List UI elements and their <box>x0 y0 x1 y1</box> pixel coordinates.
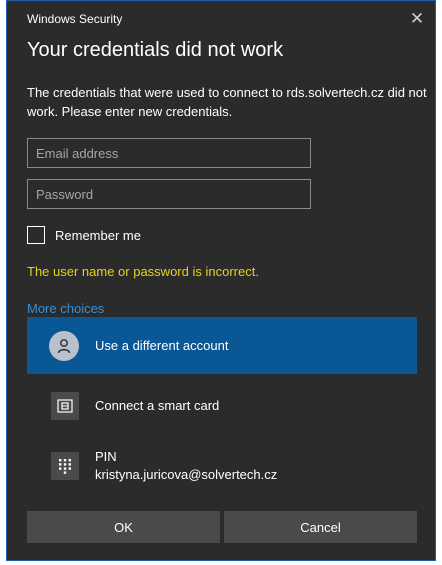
password-field[interactable] <box>27 179 311 209</box>
smart-card-option[interactable]: Connect a smart card <box>27 377 417 434</box>
close-icon[interactable]: ✕ <box>407 9 427 29</box>
choice-label: Connect a smart card <box>95 398 220 413</box>
more-choices-link[interactable]: More choices <box>27 301 104 316</box>
page-title: Your credentials did not work <box>27 39 284 61</box>
choice-label: Use a different account <box>95 338 229 353</box>
window-title: Windows Security <box>27 12 123 26</box>
checkbox-box[interactable] <box>27 226 45 244</box>
smart-card-icon <box>51 391 79 420</box>
pin-account-email: kristyna.juricova@solvertech.cz <box>95 467 278 482</box>
title-bar: Windows Security ✕ <box>7 1 435 35</box>
remember-me-checkbox[interactable]: Remember me <box>27 225 141 245</box>
credentials-dialog: Windows Security ✕ Your credentials did … <box>6 0 436 561</box>
error-description: The credentials that were used to connec… <box>27 85 427 119</box>
error-message: The user name or password is incorrect. <box>27 264 259 279</box>
pin-text: PIN kristyna.juricova@solvertech.cz <box>95 448 277 484</box>
user-icon <box>49 330 79 361</box>
email-field[interactable] <box>27 138 311 168</box>
pin-keypad-icon <box>51 452 79 480</box>
use-different-account-option[interactable]: Use a different account <box>27 317 417 374</box>
remember-me-label: Remember me <box>55 227 141 243</box>
pin-label: PIN <box>95 449 117 464</box>
cancel-button[interactable]: Cancel <box>224 511 417 543</box>
pin-option[interactable]: PIN kristyna.juricova@solvertech.cz <box>27 435 417 497</box>
ok-button[interactable]: OK <box>27 511 220 543</box>
